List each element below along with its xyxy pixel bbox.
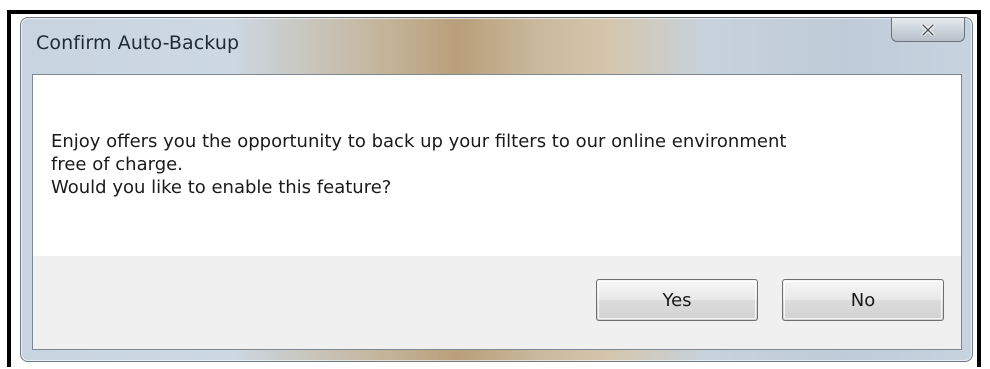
message-line: Would you like to enable this feature?: [51, 177, 392, 198]
message-line: Enjoy offers you the opportunity to back…: [51, 131, 787, 152]
message-line: free of charge.: [51, 154, 183, 175]
dialog-content: Enjoy offers you the opportunity to back…: [32, 74, 962, 350]
close-button[interactable]: [891, 18, 965, 42]
yes-button[interactable]: Yes: [596, 279, 758, 321]
no-button[interactable]: No: [782, 279, 944, 321]
title-bar[interactable]: Confirm Auto-Backup: [21, 18, 972, 74]
button-bar: Yes No: [33, 256, 961, 349]
dialog-message: Enjoy offers you the opportunity to back…: [51, 130, 941, 199]
confirm-dialog: Confirm Auto-Backup Enjoy offers you the…: [20, 17, 973, 362]
close-icon: [921, 23, 935, 36]
dialog-title: Confirm Auto-Backup: [36, 32, 240, 54]
